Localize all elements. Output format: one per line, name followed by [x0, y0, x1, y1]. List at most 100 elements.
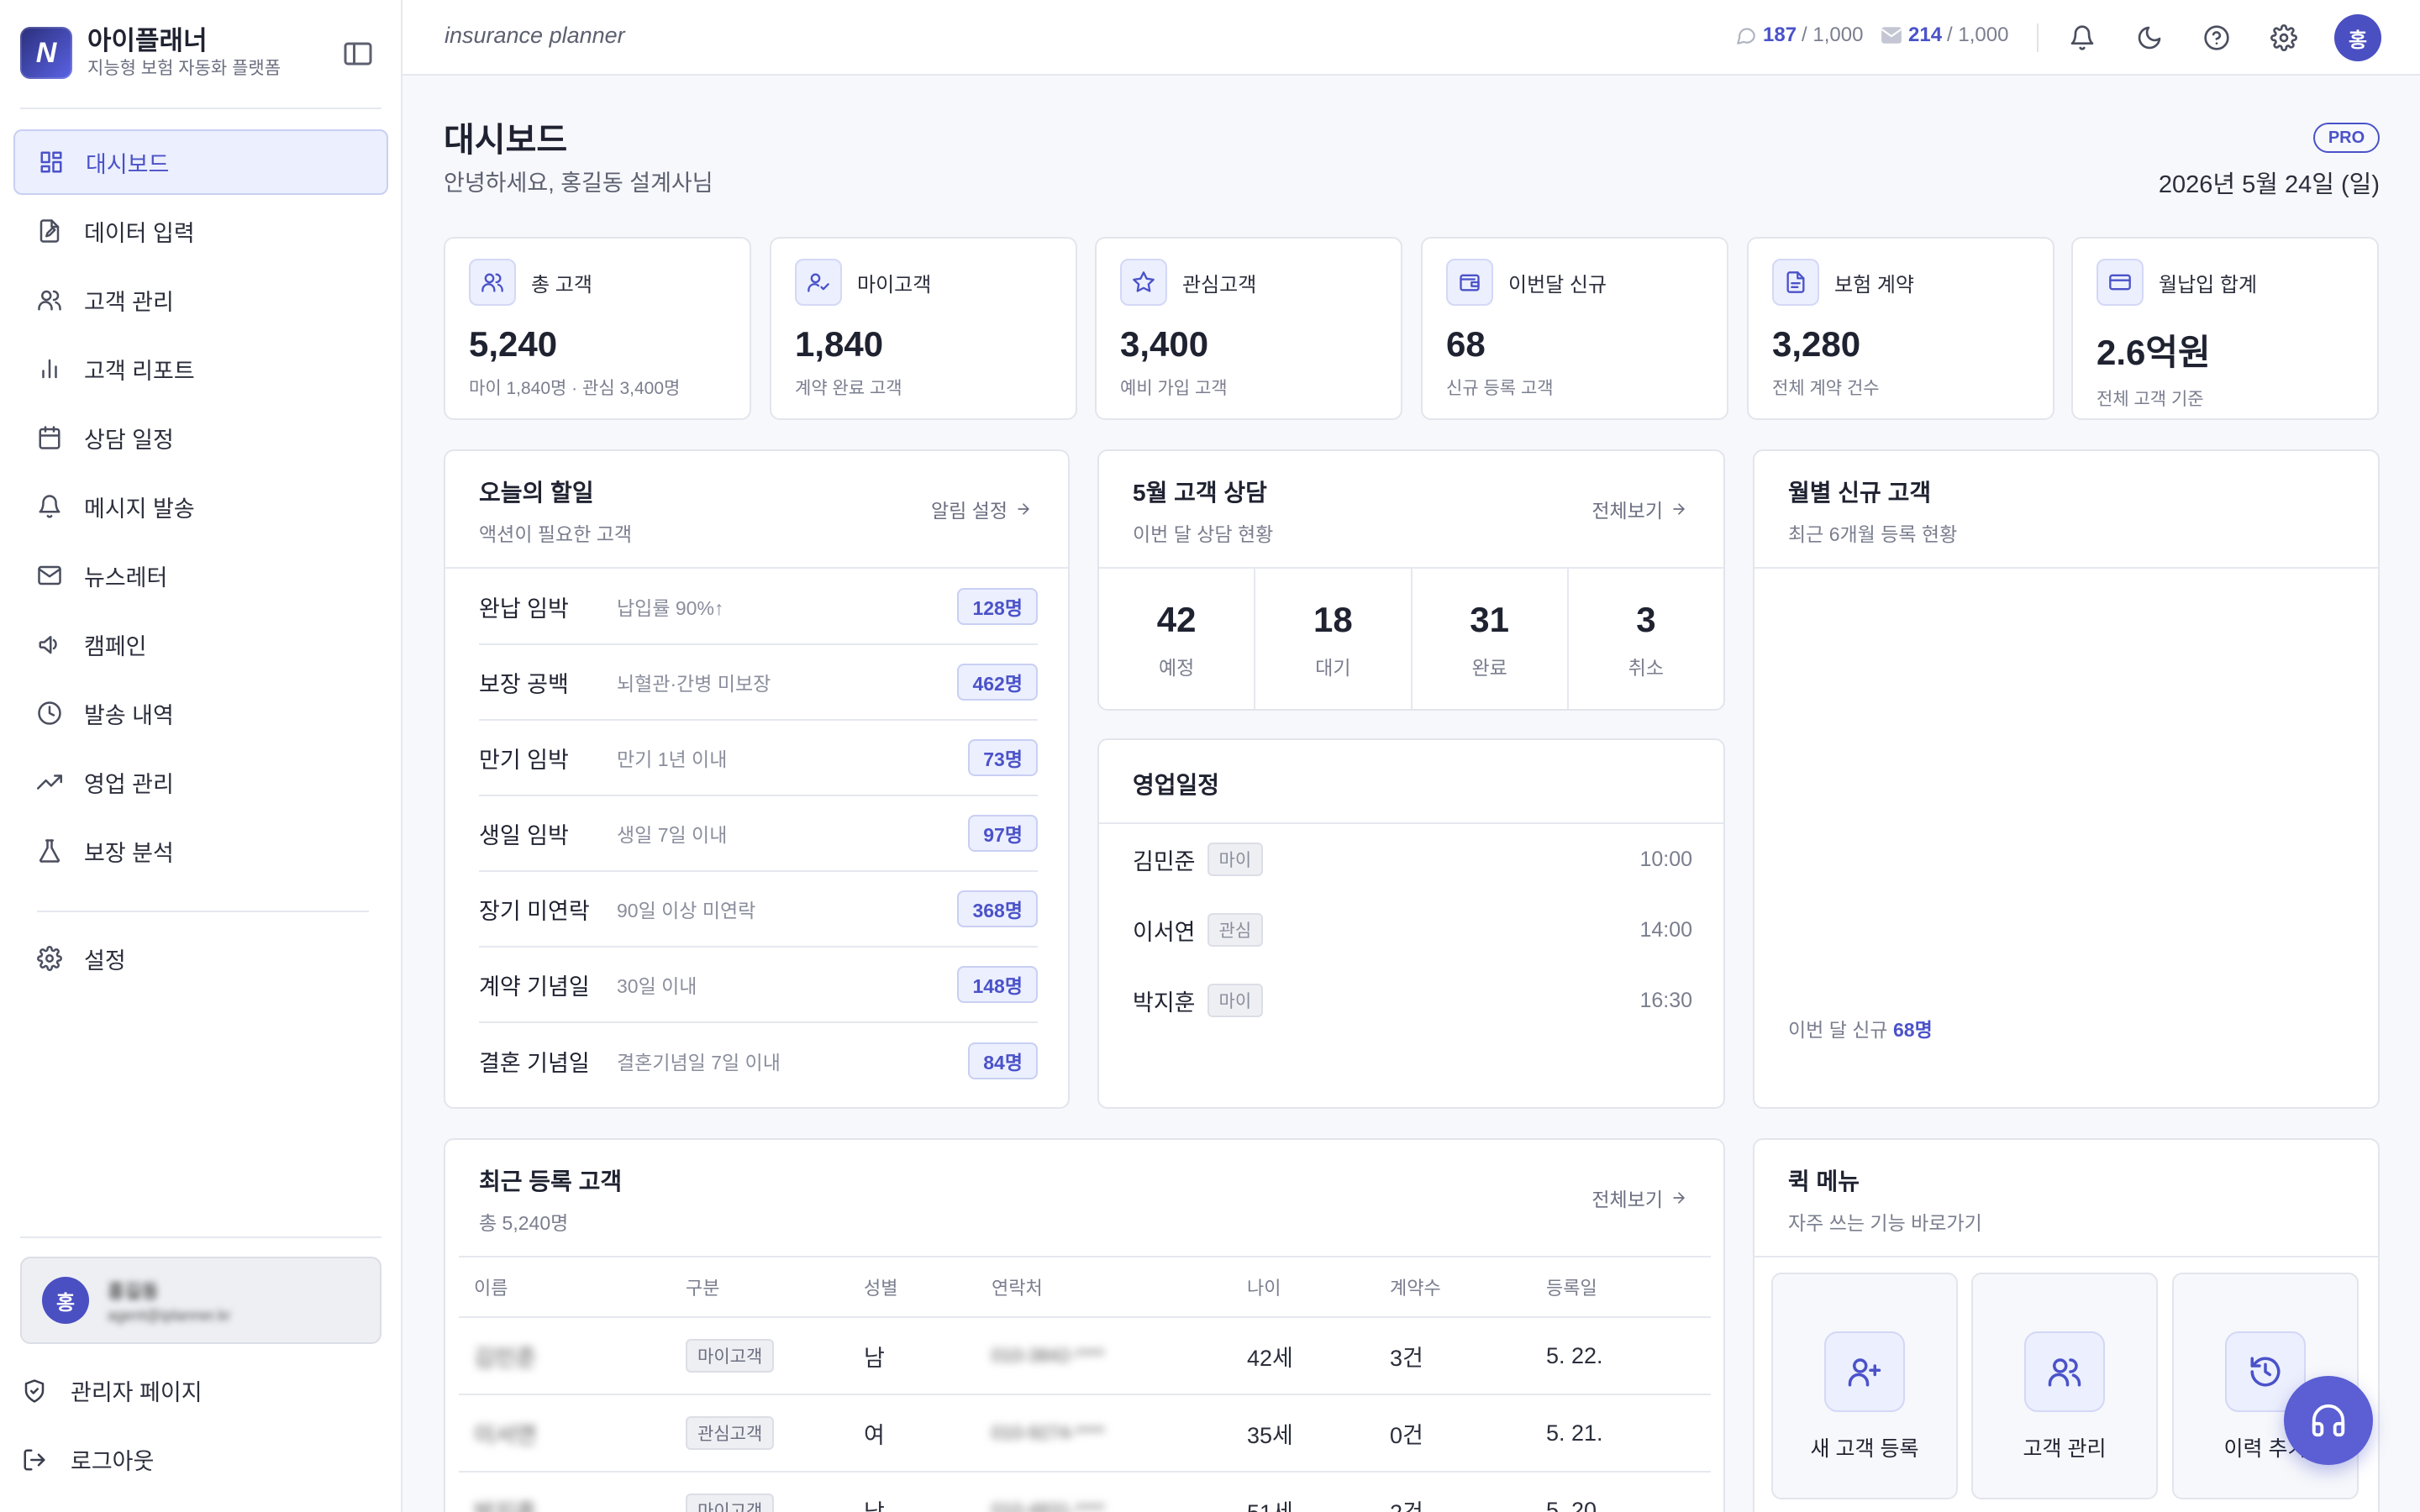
sidebar-item-dashboard[interactable]: 대시보드 — [13, 129, 388, 195]
stat-card-monthly-premium[interactable]: 월납입 합계 2.6억원 전체 고객 기준 — [2071, 237, 2379, 420]
column-header[interactable]: 계약수 — [1390, 1273, 1546, 1300]
divider — [2037, 24, 2039, 52]
panel-title: 최근 등록 고객 — [479, 1168, 623, 1194]
sidebar-item-campaign[interactable]: 캠페인 — [13, 612, 388, 677]
stat-card-contracts[interactable]: 보험 계약 3,280 전체 계약 건수 — [1747, 237, 2054, 420]
customer-type-tag: 관심고객 — [686, 1416, 775, 1450]
sidebar-item-label: 보장 분석 — [84, 840, 174, 866]
customer-registered-date: 5. 22. — [1546, 1342, 1603, 1368]
stat-card-new-this-month[interactable]: 이번달 신규 68 신규 등록 고객 — [1421, 237, 1728, 420]
stat-value: 5,240 — [469, 324, 558, 364]
table-row[interactable]: 이서연 관심고객 여 010-9274-**** 35세 0건 5. 21. — [459, 1395, 1711, 1473]
stat-card-total-customers[interactable]: 총 고객 5,240 마이 1,840명 · 관심 3,400명 — [444, 237, 751, 420]
user-card[interactable]: 홍 홍길동 agent@iplanner.kr — [20, 1257, 381, 1344]
count-badge: 462명 — [957, 664, 1038, 701]
sidebar-item-schedule[interactable]: 상담 일정 — [13, 405, 388, 470]
todo-item[interactable]: 완납 임박 납입률 90%↑ 128명 — [479, 570, 1038, 645]
stat-label: 대기 — [1315, 657, 1351, 679]
sidebar-item-sales[interactable]: 영업 관리 — [13, 749, 388, 815]
customer-phone: 010-3842-**** — [992, 1345, 1105, 1366]
logout-icon — [20, 1446, 49, 1474]
sidebar-item-coverage[interactable]: 보장 분석 — [13, 818, 388, 884]
sidebar-item-newsletter[interactable]: 뉴스레터 — [13, 543, 388, 608]
stat-subtext: 계약 완료 고객 — [795, 379, 902, 398]
customer-gender: 여 — [864, 1422, 885, 1448]
stat-label: 보험 계약 — [1834, 273, 1914, 297]
todo-item[interactable]: 생일 임박 생일 7일 이내 97명 — [479, 796, 1038, 872]
users-icon — [2024, 1331, 2105, 1412]
stat-card-my-customers[interactable]: 마이고객 1,840 계약 완료 고객 — [770, 237, 1077, 420]
schedule-item[interactable]: 김민준 마이 10:00 — [1133, 834, 1692, 885]
column-header[interactable]: 등록일 — [1546, 1273, 1706, 1300]
brand[interactable]: N 아이플래너 지능형 보험 자동화 플랫폼 — [20, 25, 281, 81]
schedule-item[interactable]: 박지훈 마이 16:30 — [1133, 975, 1692, 1026]
sidebar-item-label: 캠페인 — [84, 633, 147, 659]
gear-icon[interactable] — [2266, 20, 2302, 55]
panel-subtitle: 자주 쓰는 기능 바로가기 — [1788, 1212, 1982, 1234]
todo-item[interactable]: 장기 미연락 90일 이상 미연락 368명 — [479, 872, 1038, 948]
table-row[interactable]: 박지훈 마이고객 남 010-4831-**** 51세 2건 5. 20. — [459, 1473, 1711, 1512]
customer-gender: 남 — [864, 1345, 885, 1371]
moon-icon[interactable] — [2132, 20, 2167, 55]
customer-type-tag: 마이 — [1207, 843, 1264, 876]
stat-subtext: 전체 고객 기준 — [2096, 390, 2204, 409]
help-icon[interactable] — [2199, 20, 2234, 55]
column-header[interactable]: 이름 — [459, 1273, 686, 1300]
stat-card-interest-customers[interactable]: 관심고객 3,400 예비 가입 고객 — [1095, 237, 1402, 420]
consult-stat-completed[interactable]: 31 완료 — [1413, 569, 1569, 709]
todo-panel: 오늘의 할일 액션이 필요한 고객 알림 설정 완납 임박 납입률 90%↑ 128… — [444, 449, 1070, 1109]
consult-stat-cancelled[interactable]: 3 취소 — [1569, 569, 1723, 709]
admin-page-link[interactable]: 관리자 페이지 — [20, 1374, 203, 1407]
link-label: 전체보기 — [1591, 1189, 1663, 1210]
sidebar-item-messages[interactable]: 메시지 발송 — [13, 474, 388, 539]
file-edit-icon — [35, 217, 64, 245]
consult-stat-scheduled[interactable]: 42 예정 — [1099, 569, 1256, 709]
todo-item[interactable]: 결혼 기념일 결혼기념일 7일 이내 84명 — [479, 1023, 1038, 1099]
todo-item[interactable]: 보장 공백 뇌혈관·간병 미보장 462명 — [479, 645, 1038, 721]
column-header[interactable]: 나이 — [1247, 1273, 1390, 1300]
stat-value: 3,400 — [1120, 324, 1209, 364]
avatar[interactable]: 홍 — [2334, 14, 2381, 61]
quick-new-customer-button[interactable]: 새 고객 등록 — [1771, 1273, 1958, 1499]
sidebar-item-settings[interactable]: 설정 — [13, 926, 388, 991]
panel-title: 영업일정 — [1133, 772, 1220, 798]
todo-desc: 생일 7일 이내 — [617, 824, 728, 846]
customer-contracts: 2건 — [1390, 1494, 1546, 1512]
logout-link[interactable]: 로그아웃 — [20, 1443, 154, 1476]
topbar-title: insurance planner — [445, 23, 625, 48]
column-header[interactable]: 연락처 — [992, 1273, 1247, 1300]
users-icon — [35, 286, 64, 314]
headset-icon[interactable] — [2284, 1376, 2373, 1465]
stat-value: 3 — [1636, 600, 1656, 639]
schedule-item[interactable]: 이서연 관심 14:00 — [1133, 905, 1692, 955]
greeting: 안녕하세요, 홍길동 설계사님 — [444, 171, 713, 196]
customer-contracts: 3건 — [1390, 1345, 1423, 1371]
brand-name: 아이플래너 — [87, 26, 208, 55]
column-header[interactable]: 구분 — [686, 1273, 864, 1300]
view-all-link[interactable]: 전체보기 — [1591, 495, 1688, 523]
dashboard-icon — [37, 148, 66, 176]
consult-stat-waiting[interactable]: 18 대기 — [1255, 569, 1413, 709]
alert-settings-link[interactable]: 알림 설정 — [931, 495, 1033, 523]
trending-up-icon — [35, 768, 64, 796]
customer-registered-date: 5. 20. — [1546, 1497, 1603, 1512]
sidebar-item-customers[interactable]: 고객 관리 — [13, 267, 388, 333]
quick-customer-management-button[interactable]: 고객 관리 — [1971, 1273, 2158, 1499]
pro-badge: PRO — [2313, 123, 2380, 153]
sidebar-item-reports[interactable]: 고객 리포트 — [13, 336, 388, 402]
todo-item[interactable]: 만기 임박 만기 1년 이내 73명 — [479, 721, 1038, 796]
view-all-link[interactable]: 전체보기 — [1591, 1184, 1688, 1212]
table-row[interactable]: 김민준 마이고객 남 010-3842-**** 42세 3건 5. 22. — [459, 1318, 1711, 1395]
stat-label: 마이고객 — [857, 273, 932, 297]
column-header[interactable]: 성별 — [864, 1273, 992, 1300]
shield-check-icon — [20, 1377, 49, 1405]
bell-icon[interactable] — [2065, 20, 2100, 55]
sidebar-toggle-icon[interactable] — [339, 37, 376, 71]
sidebar-item-label: 설정 — [84, 948, 126, 974]
todo-label: 생일 임박 — [479, 822, 569, 848]
sidebar-item-data-input[interactable]: 데이터 입력 — [13, 198, 388, 264]
sidebar-item-send-history[interactable]: 발송 내역 — [13, 680, 388, 746]
sidebar-nav: 대시보드 데이터 입력 고객 관리 고객 리포트 상담 일정 메시지 발송 뉴스… — [13, 129, 388, 887]
todo-item[interactable]: 계약 기념일 30일 이내 148명 — [479, 948, 1038, 1023]
customer-type-tag: 마이고객 — [686, 1339, 775, 1373]
